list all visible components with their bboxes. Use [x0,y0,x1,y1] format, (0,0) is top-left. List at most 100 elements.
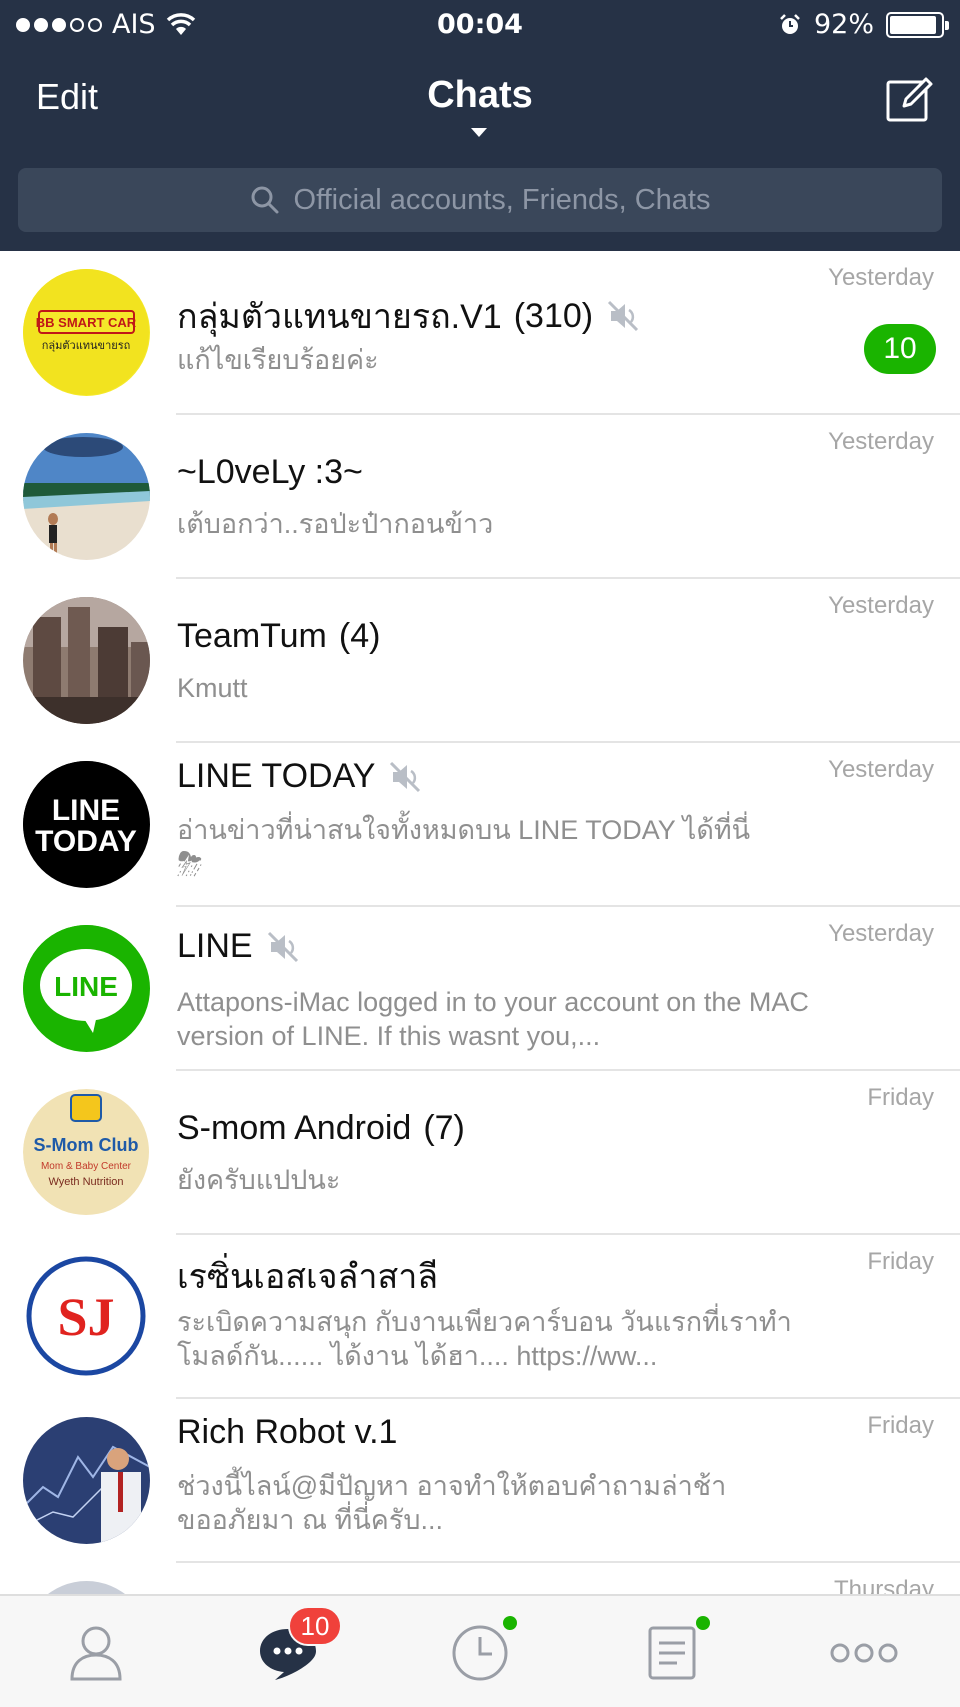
chat-time: Yesterday [828,264,934,291]
avatar-logo-text: S-Mom Club [34,1135,139,1155]
beach-photo-image [23,433,150,560]
status-right: 92% [778,9,949,40]
sj-logo: SJ [23,1253,149,1379]
chat-time: Yesterday [828,920,934,947]
chat-row[interactable]: SJ เรซิ่นเอสเจลำสาลี ระเบิดความสนุก กับง… [0,1235,960,1399]
tab-bar: 10 [0,1594,960,1707]
avatar: SJ [23,1253,150,1380]
chat-preview: Kmutt [177,673,248,703]
chat-preview: ยังครับแปปนะ [177,1165,341,1195]
mute-icon [390,761,421,792]
chat-title: LINE TODAY [177,757,423,796]
tab-chats[interactable] [192,1596,384,1707]
chat-preview: ช่วงนี้ไลน์@มีปัญหา อาจทำให้ตอบคำถามล่าช… [177,1471,727,1535]
chat-name: กลุ่มตัวแทนขายรถ.V1 [177,298,502,336]
chevron-down-icon[interactable] [471,128,487,137]
member-count: (310) [513,296,594,335]
avatar: BB SMART CAR กลุ่มตัวแทนขายรถ [23,269,150,396]
avatar [23,1581,150,1594]
battery-icon [886,11,949,38]
page-title[interactable]: Chats [0,74,960,117]
tab-news[interactable] [576,1596,768,1707]
chat-row[interactable]: S-Mom Club Mom & Baby Center Wyeth Nutri… [0,1071,960,1235]
document-icon [648,1626,696,1679]
chat-time: Friday [867,1084,934,1111]
tab-timeline[interactable] [384,1596,576,1707]
chat-row[interactable]: Thursday [0,1563,960,1594]
chat-name: TeamTum [177,617,327,655]
unread-badge: 10 [864,324,936,374]
search-icon [251,186,279,214]
chat-time: Friday [867,1412,934,1439]
nav-bar: Edit Chats [0,62,960,142]
smom-club-logo: S-Mom Club Mom & Baby Center Wyeth Nutri… [23,1089,149,1215]
member-count: (4) [338,617,381,655]
chat-time: Yesterday [828,756,934,783]
chats-unread-badge: 10 [288,1606,342,1646]
avatar: LINE TODAY [23,761,150,888]
chat-preview: ระเบิดความสนุก กับงานเพียวคาร์บอน วันแรก… [177,1307,792,1371]
chat-title: Rich Robot v.1 [177,1413,397,1452]
timeline-new-dot [503,1616,517,1630]
storm-emoji: ⛈ [177,846,203,882]
avatar: S-Mom Club Mom & Baby Center Wyeth Nutri… [23,1089,150,1216]
chat-name: LINE [177,927,253,965]
chat-row[interactable]: TeamTum (4) Kmutt Yesterday [0,579,960,743]
avatar [23,597,150,724]
compose-icon[interactable] [884,74,934,124]
search-placeholder: Official accounts, Friends, Chats [293,183,711,216]
avatar [23,1417,150,1544]
avatar-logo-line1: LINE [52,794,120,827]
chat-time: Friday [867,1248,934,1275]
chat-name: LINE TODAY [177,757,376,795]
group-logo-image: BB SMART CAR กลุ่มตัวแทนขายรถ [23,269,149,395]
header: AIS 00:04 92% Edit Chats Official accoun… [0,0,960,251]
chat-row[interactable]: Rich Robot v.1 ช่วงนี้ไลน์@มีปัญหา อาจทำ… [0,1399,960,1563]
chat-list[interactable]: BB SMART CAR กลุ่มตัวแทนขายรถ กลุ่มตัวแท… [0,251,960,1594]
robot-photo-image [23,1417,150,1544]
chat-name: เรซิ่นเอสเจลำสาลี [177,1258,439,1296]
chat-name: ~L0veLy :3~ [177,453,363,491]
avatar-sub-text-2: Wyeth Nutrition [48,1176,123,1188]
line-logo: LINE [23,925,149,1051]
alarm-icon [780,13,800,34]
mute-icon [608,300,639,332]
mute-icon [267,931,298,962]
chat-preview: เต้บอกว่า..รอป่ะป๋ากอนข้าว [177,509,494,539]
chat-title: S-mom Android (7) [177,1109,465,1148]
battery-percent: 92% [813,9,874,40]
chat-time: Yesterday [828,592,934,619]
chat-preview: แก้ไขเรียบร้อยค่ะ [177,345,379,375]
chat-time: Yesterday [828,428,934,455]
avatar-sub-text: Mom & Baby Center [41,1161,132,1172]
avatar: LINE [23,925,150,1052]
chat-title: กลุ่มตัวแทนขายรถ.V1 (310) [177,289,641,343]
avatar-logo-text: SJ [57,1287,114,1347]
avatar-sub-text: กลุ่มตัวแทนขายรถ [42,339,131,352]
avatar [23,433,150,560]
chat-preview: อ่านข่าวที่น่าสนใจทั้งหมดบน LINE TODAY ไ… [177,813,817,883]
tab-friends[interactable] [0,1596,192,1707]
news-new-dot [696,1616,710,1630]
search-input[interactable]: Official accounts, Friends, Chats [18,168,942,232]
chat-row[interactable]: ~L0veLy :3~ เต้บอกว่า..รอป่ะป๋ากอนข้าว Y… [0,415,960,579]
chat-title: TeamTum (4) [177,617,380,656]
tab-more[interactable] [768,1596,960,1707]
chat-row[interactable]: BB SMART CAR กลุ่มตัวแทนขายรถ กลุ่มตัวแท… [0,251,960,415]
person-icon [70,1626,122,1680]
line-today-logo: LINE TODAY [23,761,149,887]
more-icon [830,1643,898,1662]
chat-name: Rich Robot v.1 [177,1413,398,1451]
chat-time: Thursday [833,1576,934,1594]
chat-name: S-mom Android [177,1109,412,1147]
avatar-logo-text: LINE [54,971,118,1002]
city-photo-image [23,597,150,724]
chat-row[interactable]: LINE TODAY LINE TODAY อ่านข่าวที่น่าสนใจ… [0,743,960,907]
clock-icon [452,1625,508,1680]
chat-title: LINE [177,927,301,966]
member-count: (7) [423,1109,465,1147]
chat-preview: Attapons-iMac logged in to your account … [177,987,809,1051]
status-bar: AIS 00:04 92% [0,0,960,48]
chat-row[interactable]: LINE LINE Attapons-iMac logged in to you… [0,907,960,1071]
avatar-brand-text: BB SMART CAR [36,315,137,330]
